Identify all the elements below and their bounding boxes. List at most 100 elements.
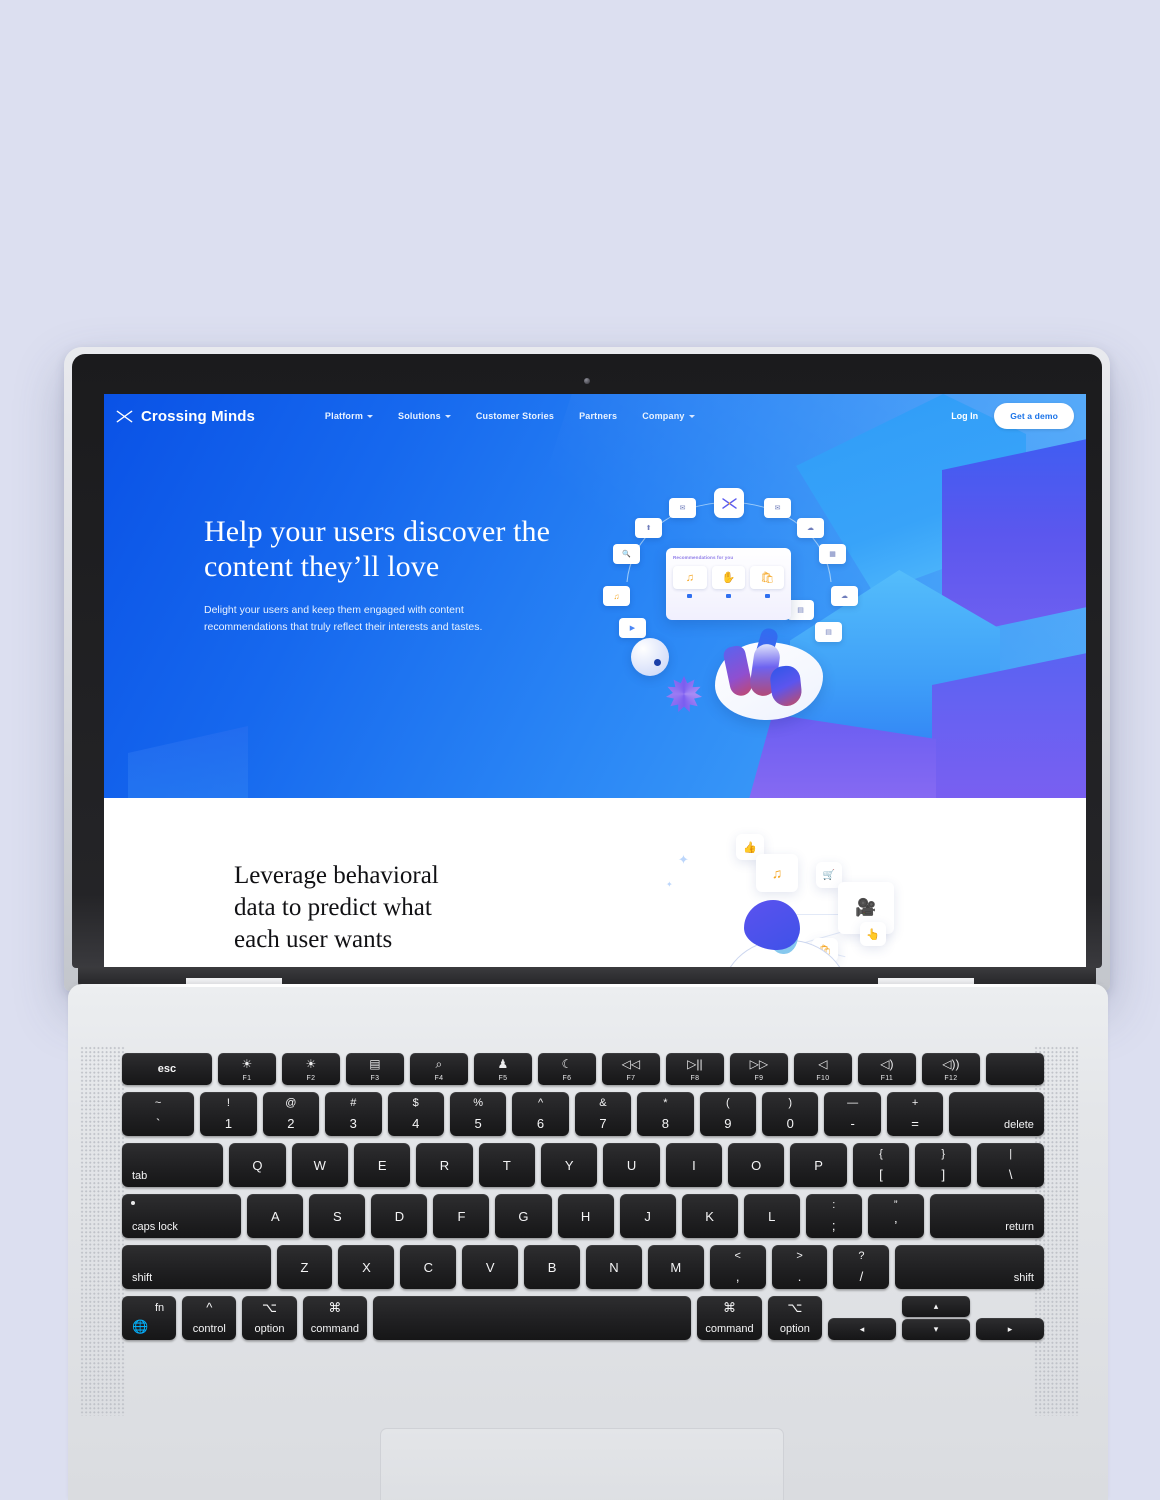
key-touch-id[interactable] — [985, 1053, 1044, 1085]
key-c[interactable]: C — [400, 1245, 457, 1289]
key-t[interactable]: T — [478, 1143, 536, 1187]
microphone-icon: ♟ — [497, 1057, 509, 1071]
orbit-node-center-icon — [714, 488, 744, 518]
nav-item-customer-stories[interactable]: Customer Stories — [476, 411, 554, 421]
key-z[interactable]: Z — [276, 1245, 333, 1289]
key-d[interactable]: D — [371, 1194, 428, 1238]
key-arrow-down[interactable]: ▾ — [901, 1319, 970, 1340]
key-u[interactable]: U — [603, 1143, 660, 1187]
key-backslash[interactable]: | \ — [977, 1143, 1044, 1187]
key-j[interactable]: J — [619, 1194, 676, 1238]
key-semicolon[interactable]: :; — [805, 1194, 862, 1238]
brightness-down-icon: ☀ — [241, 1057, 253, 1071]
section2-heading-line3: each user wants — [234, 926, 393, 953]
benefits-section: Leverage behavioral data to predict what… — [104, 798, 1086, 972]
key-arrow-right[interactable]: ▸ — [975, 1318, 1044, 1340]
key-s[interactable]: S — [309, 1194, 366, 1238]
section2-heading: Leverage behavioral data to predict what… — [234, 860, 534, 956]
key-m[interactable]: M — [647, 1245, 704, 1289]
key-6[interactable]: ^ 6 — [512, 1092, 569, 1136]
nav-item-solutions[interactable]: Solutions — [398, 411, 451, 421]
crossing-minds-mark-icon — [721, 497, 737, 509]
key-x[interactable]: X — [338, 1245, 395, 1289]
key-f9-fast-forward[interactable]: ▷▷ F9 — [729, 1053, 788, 1085]
key-command-left[interactable]: ⌘ command — [302, 1296, 368, 1340]
key-2[interactable]: @2 — [262, 1092, 320, 1136]
webcam-icon — [584, 378, 590, 384]
key-bracket-right[interactable]: }] — [915, 1143, 972, 1187]
key-f1-brightness-down[interactable]: ☀ F1 — [217, 1053, 276, 1085]
key-f2-brightness-up[interactable]: ☀ F2 — [281, 1053, 340, 1085]
hero-sub-line2: recommendations that truly reflect their… — [204, 621, 483, 634]
key-period[interactable]: >. — [771, 1245, 828, 1289]
key-b[interactable]: B — [524, 1245, 580, 1289]
get-a-demo-button[interactable]: Get a demo — [994, 403, 1074, 429]
key-minus[interactable]: — - — [824, 1092, 881, 1136]
key-5[interactable]: % 5 — [449, 1092, 507, 1136]
key-h[interactable]: H — [557, 1194, 614, 1238]
key-q[interactable]: Q — [229, 1143, 286, 1187]
orbit-node-music-icon: ♫ — [603, 586, 630, 606]
key-i[interactable]: I — [665, 1143, 723, 1187]
key-fn-globe[interactable]: fn 🌐 — [122, 1296, 177, 1340]
key-command-right[interactable]: ⌘ command — [697, 1296, 762, 1340]
key-delete[interactable]: delete — [949, 1092, 1044, 1136]
brand-logo[interactable]: Crossing Minds — [116, 408, 255, 425]
key-f12-volume-up[interactable]: ◁)) F12 — [921, 1053, 980, 1085]
login-link[interactable]: Log In — [951, 411, 978, 421]
nav-item-company[interactable]: Company — [642, 411, 695, 421]
key-0[interactable]: ) 0 — [762, 1092, 819, 1136]
key-arrow-up[interactable]: ▴ — [901, 1296, 970, 1317]
key-space[interactable] — [373, 1296, 692, 1340]
key-f10-mute[interactable]: ◁ F10 — [793, 1053, 852, 1085]
nav-item-solutions-label: Solutions — [398, 411, 441, 421]
key-y[interactable]: Y — [541, 1143, 598, 1187]
nav-item-partners[interactable]: Partners — [579, 411, 617, 421]
key-9[interactable]: (9 — [699, 1092, 757, 1136]
key-shift-left[interactable]: shift — [122, 1245, 271, 1289]
key-k[interactable]: K — [681, 1194, 738, 1238]
key-a[interactable]: A — [247, 1194, 304, 1238]
key-equals[interactable]: + = — [886, 1092, 944, 1136]
key-7[interactable]: & 7 — [574, 1092, 632, 1136]
hero-heading-line2: content they’ll love — [204, 550, 440, 584]
keyboard-row-numbers: ~ ` ! 1 @2 #3 $4 % 5 ^ 6 & 7 * 8 (9 ) 0 — - + = d… — [122, 1092, 1044, 1136]
key-bracket-left[interactable]: {[ — [852, 1143, 910, 1187]
key-1[interactable]: ! 1 — [200, 1092, 257, 1136]
key-option-right[interactable]: ⌥ option — [767, 1296, 822, 1340]
key-shift-right[interactable]: shift — [895, 1245, 1044, 1289]
key-f3-mission-control[interactable]: ▤ F3 — [345, 1053, 404, 1085]
key-esc[interactable]: esc — [122, 1053, 212, 1085]
key-8[interactable]: * 8 — [637, 1092, 694, 1136]
key-quote[interactable]: ”’ — [867, 1194, 924, 1238]
key-f6-do-not-disturb[interactable]: ☾ F6 — [537, 1053, 596, 1085]
key-slash[interactable]: ? / — [833, 1245, 890, 1289]
key-f11-volume-down[interactable]: ◁) F11 — [857, 1053, 916, 1085]
key-f5-dictation[interactable]: ♟ F5 — [473, 1053, 532, 1085]
key-comma[interactable]: <, — [709, 1245, 766, 1289]
key-option-left[interactable]: ⌥ option — [242, 1296, 297, 1340]
key-w[interactable]: W — [291, 1143, 348, 1187]
key-f7-rewind[interactable]: ◁◁ F7 — [601, 1053, 660, 1085]
key-p[interactable]: P — [790, 1143, 847, 1187]
key-control[interactable]: ^ control — [182, 1296, 237, 1340]
key-l[interactable]: L — [743, 1194, 800, 1238]
key-e[interactable]: E — [353, 1143, 411, 1187]
key-f8-play-pause[interactable]: ▷|| F8 — [665, 1053, 724, 1085]
key-caps-lock[interactable]: caps lock — [122, 1194, 242, 1238]
key-return[interactable]: return — [929, 1194, 1045, 1238]
key-v[interactable]: V — [462, 1245, 519, 1289]
key-r[interactable]: R — [416, 1143, 473, 1187]
nav-item-platform[interactable]: Platform — [325, 411, 374, 421]
key-g[interactable]: G — [495, 1194, 552, 1238]
key-o[interactable]: O — [728, 1143, 785, 1187]
key-n[interactable]: N — [585, 1245, 642, 1289]
key-f4-spotlight[interactable]: ⌕ F4 — [409, 1053, 468, 1085]
key-tab[interactable]: tab — [122, 1143, 224, 1187]
key-backtick[interactable]: ~ ` — [122, 1092, 195, 1136]
key-f[interactable]: F — [433, 1194, 490, 1238]
key-4[interactable]: $4 — [387, 1092, 444, 1136]
trackpad[interactable] — [380, 1428, 784, 1500]
key-arrow-left[interactable]: ◂ — [827, 1318, 896, 1340]
key-3[interactable]: #3 — [325, 1092, 382, 1136]
